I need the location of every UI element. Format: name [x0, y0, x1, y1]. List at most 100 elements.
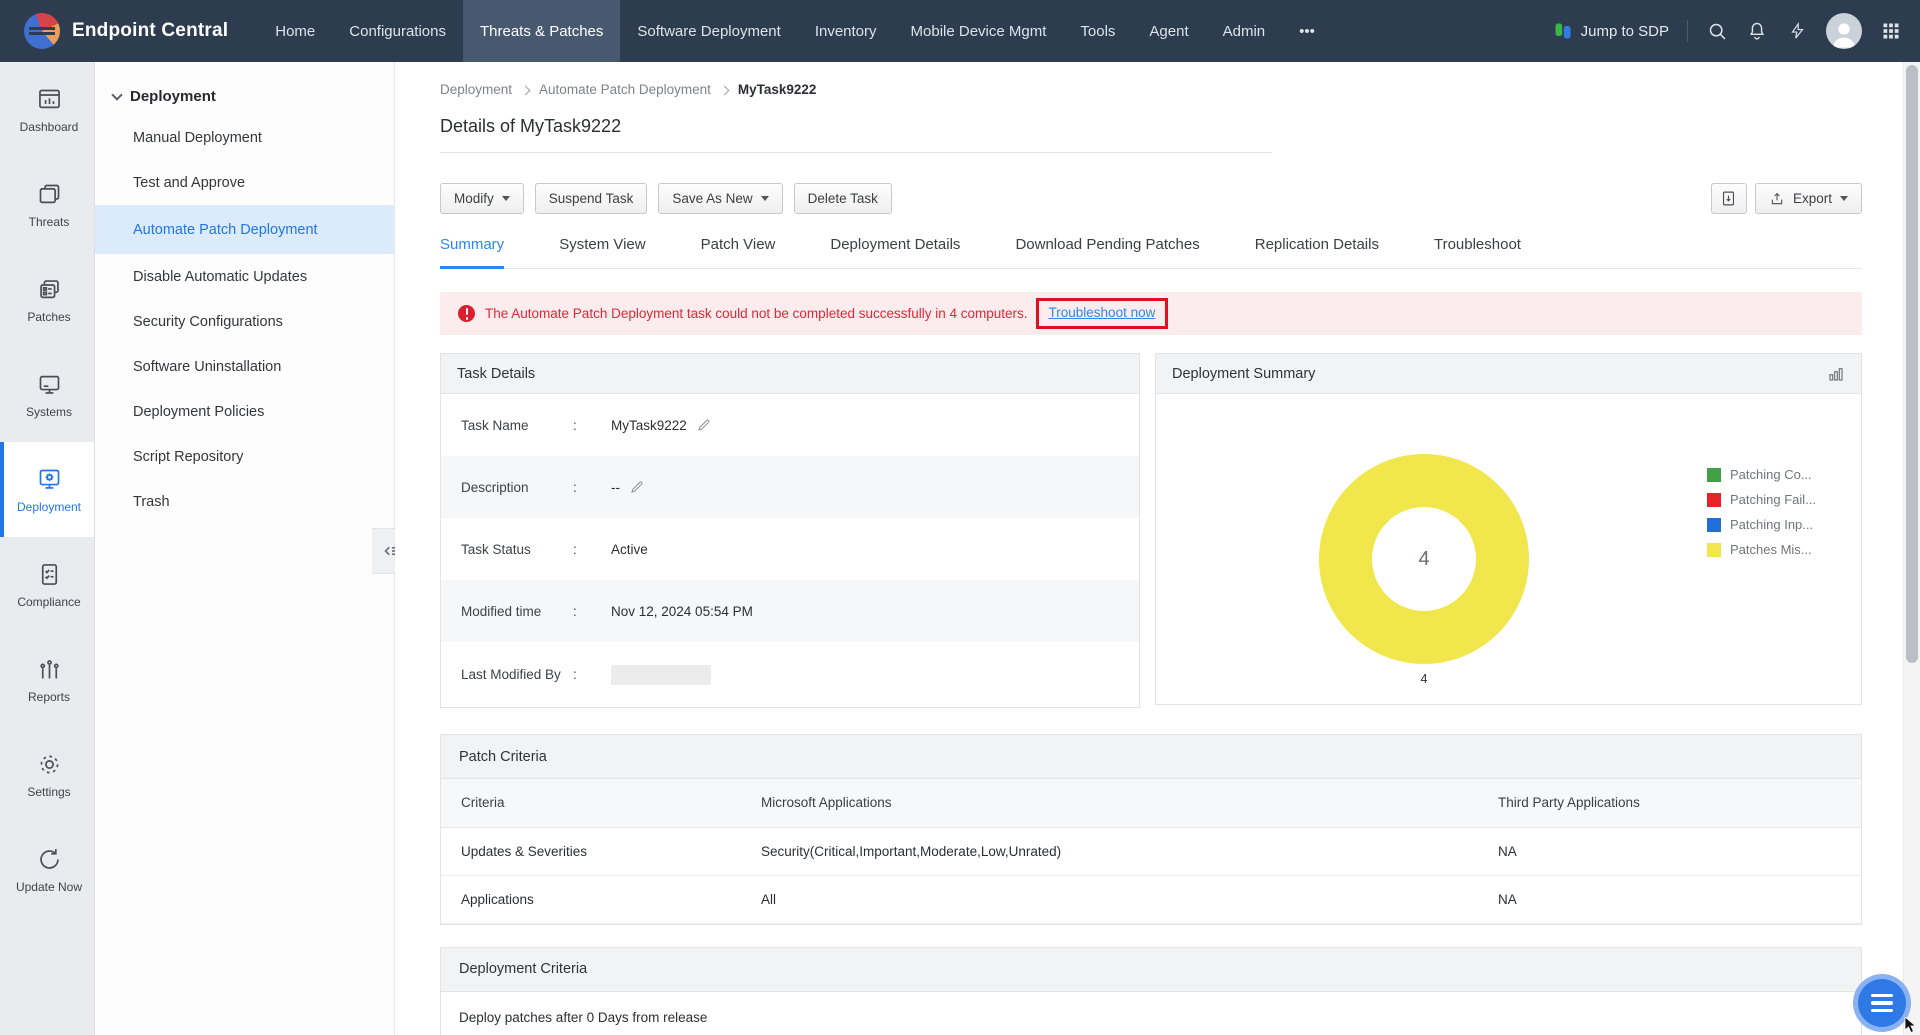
legend-swatch-yellow: [1707, 543, 1721, 557]
breadcrumb-deployment[interactable]: Deployment: [440, 82, 512, 97]
sidebar-item-compliance[interactable]: Compliance: [0, 537, 94, 632]
tab-system-view[interactable]: System View: [559, 236, 645, 269]
task-detail-row-status: Task Status : Active: [441, 518, 1139, 580]
save-as-new-button[interactable]: Save As New: [658, 183, 782, 214]
save-as-new-label: Save As New: [672, 191, 752, 206]
nav-menu: Home Configurations Threats & Patches So…: [258, 0, 1332, 62]
edit-pencil-icon[interactable]: [629, 479, 645, 495]
tree-item-security-configurations[interactable]: Security Configurations: [95, 299, 394, 344]
table-row: Applications All NA: [441, 875, 1861, 923]
task-details-header: Task Details: [441, 354, 1139, 394]
search-icon[interactable]: [1706, 20, 1728, 42]
tree-item-disable-automatic-updates[interactable]: Disable Automatic Updates: [95, 254, 394, 299]
caret-down-icon: [502, 196, 510, 201]
sdp-icon: [1553, 21, 1573, 41]
tab-deployment-details[interactable]: Deployment Details: [830, 236, 960, 269]
tab-replication-details[interactable]: Replication Details: [1255, 236, 1379, 269]
chart-type-icon[interactable]: [1827, 365, 1845, 383]
delete-task-button[interactable]: Delete Task: [794, 183, 892, 214]
sidebar-item-dashboard[interactable]: Dashboard: [0, 62, 94, 157]
nav-item-threats-patches[interactable]: Threats & Patches: [463, 0, 620, 62]
tab-patch-view[interactable]: Patch View: [701, 236, 776, 269]
tree-item-software-uninstallation[interactable]: Software Uninstallation: [95, 344, 394, 389]
sidebar-item-patches[interactable]: Patches: [0, 252, 94, 347]
tree-header-deployment[interactable]: Deployment: [95, 62, 394, 115]
export-label: Export: [1793, 191, 1832, 206]
jump-to-sdp-button[interactable]: Jump to SDP: [1553, 21, 1669, 41]
apps-grid-icon[interactable]: [1880, 20, 1902, 42]
download-report-button[interactable]: [1711, 183, 1747, 214]
col-criteria: Criteria: [441, 779, 761, 827]
deployment-summary-panel: Deployment Summary 4 4 Patching Co...: [1155, 353, 1862, 705]
edit-pencil-icon[interactable]: [696, 417, 712, 433]
nav-item-agent[interactable]: Agent: [1132, 0, 1205, 62]
brand-name: Endpoint Central: [72, 20, 228, 42]
sidebar-item-deployment[interactable]: Deployment: [0, 442, 94, 537]
modify-label: Modify: [454, 191, 494, 206]
sidebar-item-update-now[interactable]: Update Now: [0, 822, 94, 917]
sidebar-item-systems[interactable]: Systems: [0, 347, 94, 442]
task-detail-row-description: Description : --: [441, 456, 1139, 518]
tree-item-deployment-policies[interactable]: Deployment Policies: [95, 389, 394, 434]
deployment-tree-sidebar: Deployment Manual Deployment Test and Ap…: [95, 62, 395, 1035]
patch-criteria-table: Criteria Microsoft Applications Third Pa…: [441, 779, 1861, 924]
tree-item-trash[interactable]: Trash: [95, 479, 394, 524]
legend-item-patching-inprogress[interactable]: Patching Inp...: [1707, 512, 1816, 537]
main-content: Deployment Automate Patch Deployment MyT…: [395, 62, 1903, 1035]
notification-icon[interactable]: [1746, 20, 1768, 42]
sidebar-item-threats[interactable]: Threats: [0, 157, 94, 252]
vertical-scrollbar[interactable]: [1903, 62, 1920, 1035]
patch-criteria-panel: Patch Criteria Criteria Microsoft Applic…: [440, 734, 1862, 925]
nav-item-configurations[interactable]: Configurations: [332, 0, 463, 62]
export-button[interactable]: Export: [1755, 183, 1862, 214]
nav-item-more[interactable]: •••: [1282, 0, 1332, 62]
export-up-icon: [1769, 191, 1785, 207]
task-status-value: Active: [611, 542, 1139, 557]
tab-summary[interactable]: Summary: [440, 236, 504, 269]
suspend-task-button[interactable]: Suspend Task: [535, 183, 648, 214]
user-avatar[interactable]: [1826, 13, 1862, 49]
sidebar-label: Settings: [27, 785, 70, 799]
tab-download-pending-patches[interactable]: Download Pending Patches: [1015, 236, 1199, 269]
legend-item-patching-completed[interactable]: Patching Co...: [1707, 462, 1816, 487]
tree-item-script-repository[interactable]: Script Repository: [95, 434, 394, 479]
endpoint-central-logo-icon: [24, 13, 60, 49]
legend-item-patching-failed[interactable]: Patching Fail...: [1707, 487, 1816, 512]
task-name-value: MyTask9222: [611, 418, 687, 433]
sidebar-label: Systems: [26, 405, 72, 419]
sidebar-label: Threats: [29, 215, 70, 229]
table-header-row: Criteria Microsoft Applications Third Pa…: [441, 779, 1861, 827]
brand[interactable]: Endpoint Central: [0, 0, 258, 62]
error-icon: [458, 305, 475, 322]
nav-separator: [1687, 20, 1688, 42]
nav-item-inventory[interactable]: Inventory: [798, 0, 894, 62]
nav-item-home[interactable]: Home: [258, 0, 332, 62]
nav-item-tools[interactable]: Tools: [1063, 0, 1132, 62]
donut-ring-patches-missing[interactable]: 4: [1319, 454, 1529, 664]
legend-item-patches-missing[interactable]: Patches Mis...: [1707, 537, 1816, 562]
nav-item-software-deployment[interactable]: Software Deployment: [620, 0, 797, 62]
tree-item-test-and-approve[interactable]: Test and Approve: [95, 160, 394, 205]
chevron-right-icon: [719, 85, 729, 95]
troubleshoot-now-link[interactable]: Troubleshoot now: [1049, 305, 1156, 320]
top-navigation: Endpoint Central Home Configurations Thr…: [0, 0, 1920, 62]
tree-item-automate-patch-deployment[interactable]: Automate Patch Deployment: [95, 205, 394, 254]
tree-item-manual-deployment[interactable]: Manual Deployment: [95, 115, 394, 160]
sidebar-label: Deployment: [17, 500, 81, 514]
scrollbar-thumb[interactable]: [1906, 65, 1918, 663]
tab-troubleshoot[interactable]: Troubleshoot: [1434, 236, 1521, 269]
floating-menu-button[interactable]: [1853, 974, 1911, 1032]
modify-button[interactable]: Modify: [440, 183, 524, 214]
suspend-label: Suspend Task: [549, 191, 634, 206]
sidebar-item-settings[interactable]: Settings: [0, 727, 94, 822]
nav-item-mobile-device-mgmt[interactable]: Mobile Device Mgmt: [894, 0, 1064, 62]
deployment-criteria-header: Deployment Criteria: [441, 948, 1861, 992]
sidebar-item-reports[interactable]: Reports: [0, 632, 94, 727]
nav-item-admin[interactable]: Admin: [1206, 0, 1283, 62]
highlight-annotation-box: Troubleshoot now: [1036, 298, 1169, 329]
table-row: Updates & Severities Security(Critical,I…: [441, 827, 1861, 875]
quick-actions-icon[interactable]: [1786, 20, 1808, 42]
deployment-icon: [36, 466, 63, 493]
breadcrumb-automate-patch-deployment[interactable]: Automate Patch Deployment: [539, 82, 711, 97]
detail-tabs: Summary System View Patch View Deploymen…: [440, 236, 1862, 269]
